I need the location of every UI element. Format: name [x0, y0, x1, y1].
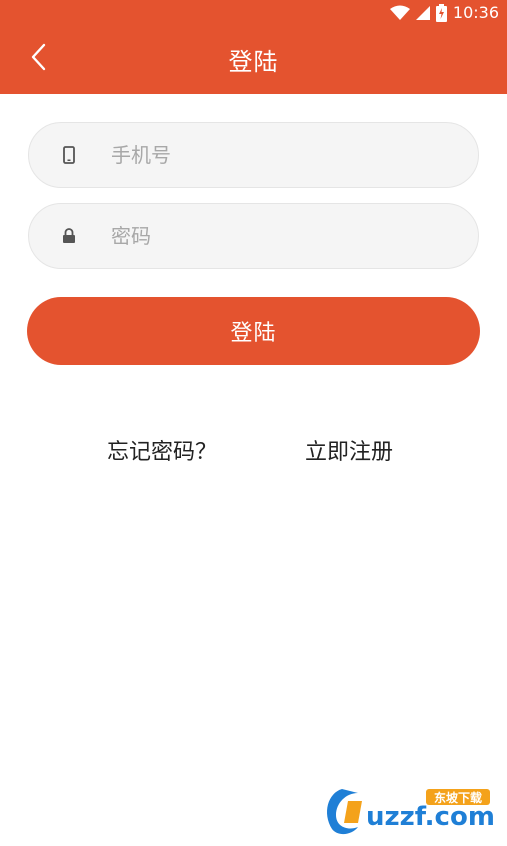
lock-icon — [29, 204, 109, 268]
password-field[interactable] — [28, 203, 479, 269]
watermark-logo: uzzf.com 东坡下载 — [322, 783, 502, 839]
battery-charging-icon — [435, 3, 447, 22]
wifi-icon — [389, 5, 410, 21]
password-input[interactable] — [109, 223, 443, 249]
app-bar: 登陆 — [0, 25, 507, 94]
watermark-tagline: 东坡下载 — [434, 790, 482, 805]
status-bar: 10:36 — [0, 0, 507, 25]
phone-input[interactable] — [109, 142, 443, 168]
login-button[interactable]: 登陆 — [27, 297, 480, 365]
status-time: 10:36 — [452, 3, 499, 22]
register-link[interactable]: 立即注册 — [305, 434, 393, 466]
phone-icon — [29, 123, 109, 187]
signal-icon — [415, 5, 430, 21]
watermark-brand: uzzf.com — [366, 802, 495, 832]
forgot-password-link[interactable]: 忘记密码？ — [107, 434, 217, 466]
phone-field[interactable] — [28, 122, 479, 188]
page-title: 登陆 — [228, 48, 279, 76]
